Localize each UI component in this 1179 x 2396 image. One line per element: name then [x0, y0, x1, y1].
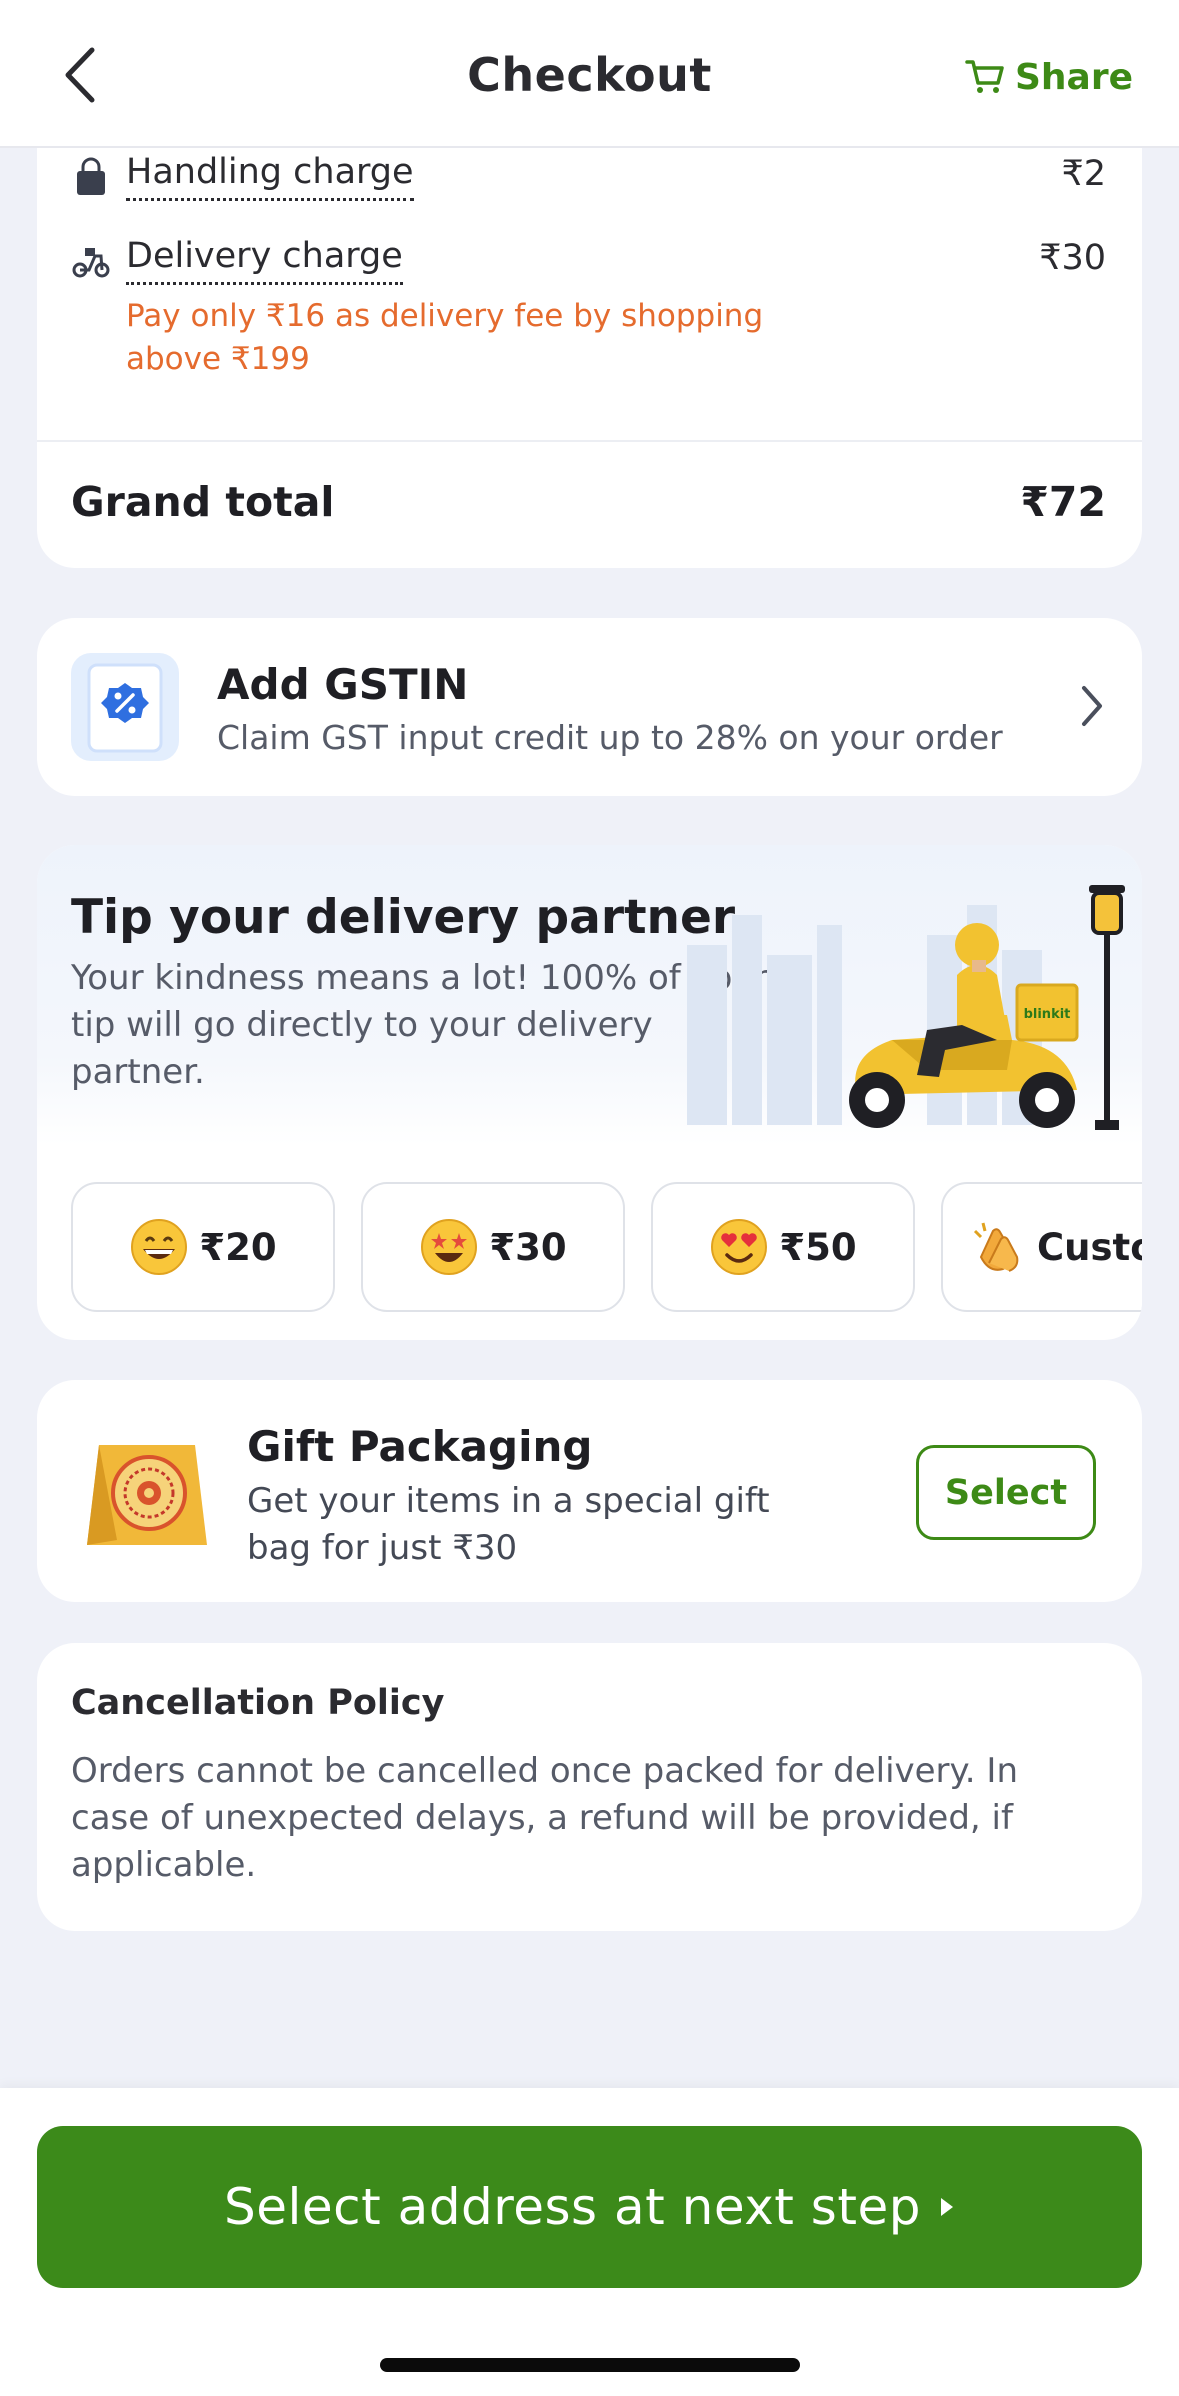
cart-icon: [965, 60, 1004, 93]
gstin-title: Add GSTIN: [217, 660, 469, 709]
discount-badge-icon: [87, 663, 163, 753]
share-label: Share: [1014, 56, 1133, 98]
tip-option-label: ₹50: [779, 1225, 857, 1269]
cancellation-policy-text: Orders cannot be cancelled once packed f…: [71, 1751, 1019, 1885]
tip-options-row: ₹20 ₹30 ₹50 Cust: [71, 1182, 1142, 1312]
gift-select-button[interactable]: Select: [916, 1445, 1096, 1540]
blinkit-box-label: blinkit: [1024, 1007, 1071, 1022]
gstin-icon-container: [71, 653, 179, 761]
tip-option-30[interactable]: ₹30: [361, 1182, 625, 1312]
gift-bag-image: [87, 1445, 207, 1545]
tip-option-custom[interactable]: Custom: [941, 1182, 1142, 1312]
grand-total-label: Grand total: [71, 478, 335, 526]
star-struck-emoji-icon: [421, 1219, 478, 1275]
tip-option-20[interactable]: ₹20: [71, 1182, 335, 1312]
home-indicator[interactable]: [380, 2358, 800, 2372]
select-address-button[interactable]: Select address at next step: [37, 2126, 1142, 2288]
tip-title: Tip your delivery partner: [71, 890, 736, 945]
divider: [37, 440, 1142, 442]
tip-delivery-partner-card: Tip your delivery partner Your kindness …: [37, 845, 1142, 1340]
cancellation-policy-card: Cancellation Policy Orders cannot be can…: [37, 1643, 1142, 1931]
cancellation-policy-title: Cancellation Policy: [71, 1683, 445, 1723]
select-address-label: Select address at next step: [224, 2178, 921, 2236]
shopping-bag-icon: [77, 157, 105, 195]
gstin-subtitle: Claim GST input credit up to 28% on your…: [217, 718, 1003, 757]
top-nav-bar: Checkout Share: [0, 0, 1179, 148]
share-button[interactable]: Share: [965, 52, 1133, 102]
add-gstin-card[interactable]: Add GSTIN Claim GST input credit up to 2…: [37, 618, 1142, 796]
delivery-charge-value: ₹30: [1039, 238, 1106, 278]
grinning-emoji-icon: [131, 1219, 188, 1275]
tip-option-label: Custom: [1037, 1225, 1142, 1269]
bill-details-card: Handling charge ₹2 Delivery charge ₹30 P…: [37, 140, 1142, 568]
gift-packaging-title: Gift Packaging: [247, 1422, 593, 1471]
handling-charge-value: ₹2: [1061, 154, 1106, 194]
delivery-charge-label[interactable]: Delivery charge: [126, 236, 403, 285]
delivery-scooter-illustration: blinkit: [687, 885, 1125, 1130]
tip-option-label: ₹20: [199, 1225, 277, 1269]
tip-option-50[interactable]: ₹50: [651, 1182, 915, 1312]
delivery-fee-note: Pay only ₹16 as delivery fee by shopping…: [126, 298, 764, 377]
heart-eyes-emoji-icon: [711, 1219, 768, 1275]
handling-charge-label[interactable]: Handling charge: [126, 152, 414, 201]
grand-total-value: ₹72: [1020, 478, 1106, 526]
gift-packaging-card: Gift Packaging Get your items in a speci…: [37, 1380, 1142, 1602]
tip-option-label: ₹30: [489, 1225, 567, 1269]
caret-right-icon: [940, 2198, 953, 2216]
gift-packaging-description: Get your items in a special gift bag for…: [247, 1481, 770, 1568]
scooter-icon: [72, 248, 110, 278]
clapping-hands-icon: [973, 1222, 1019, 1272]
checkout-footer: Select address at next step: [0, 2088, 1179, 2396]
chevron-right-icon: [1082, 686, 1102, 726]
